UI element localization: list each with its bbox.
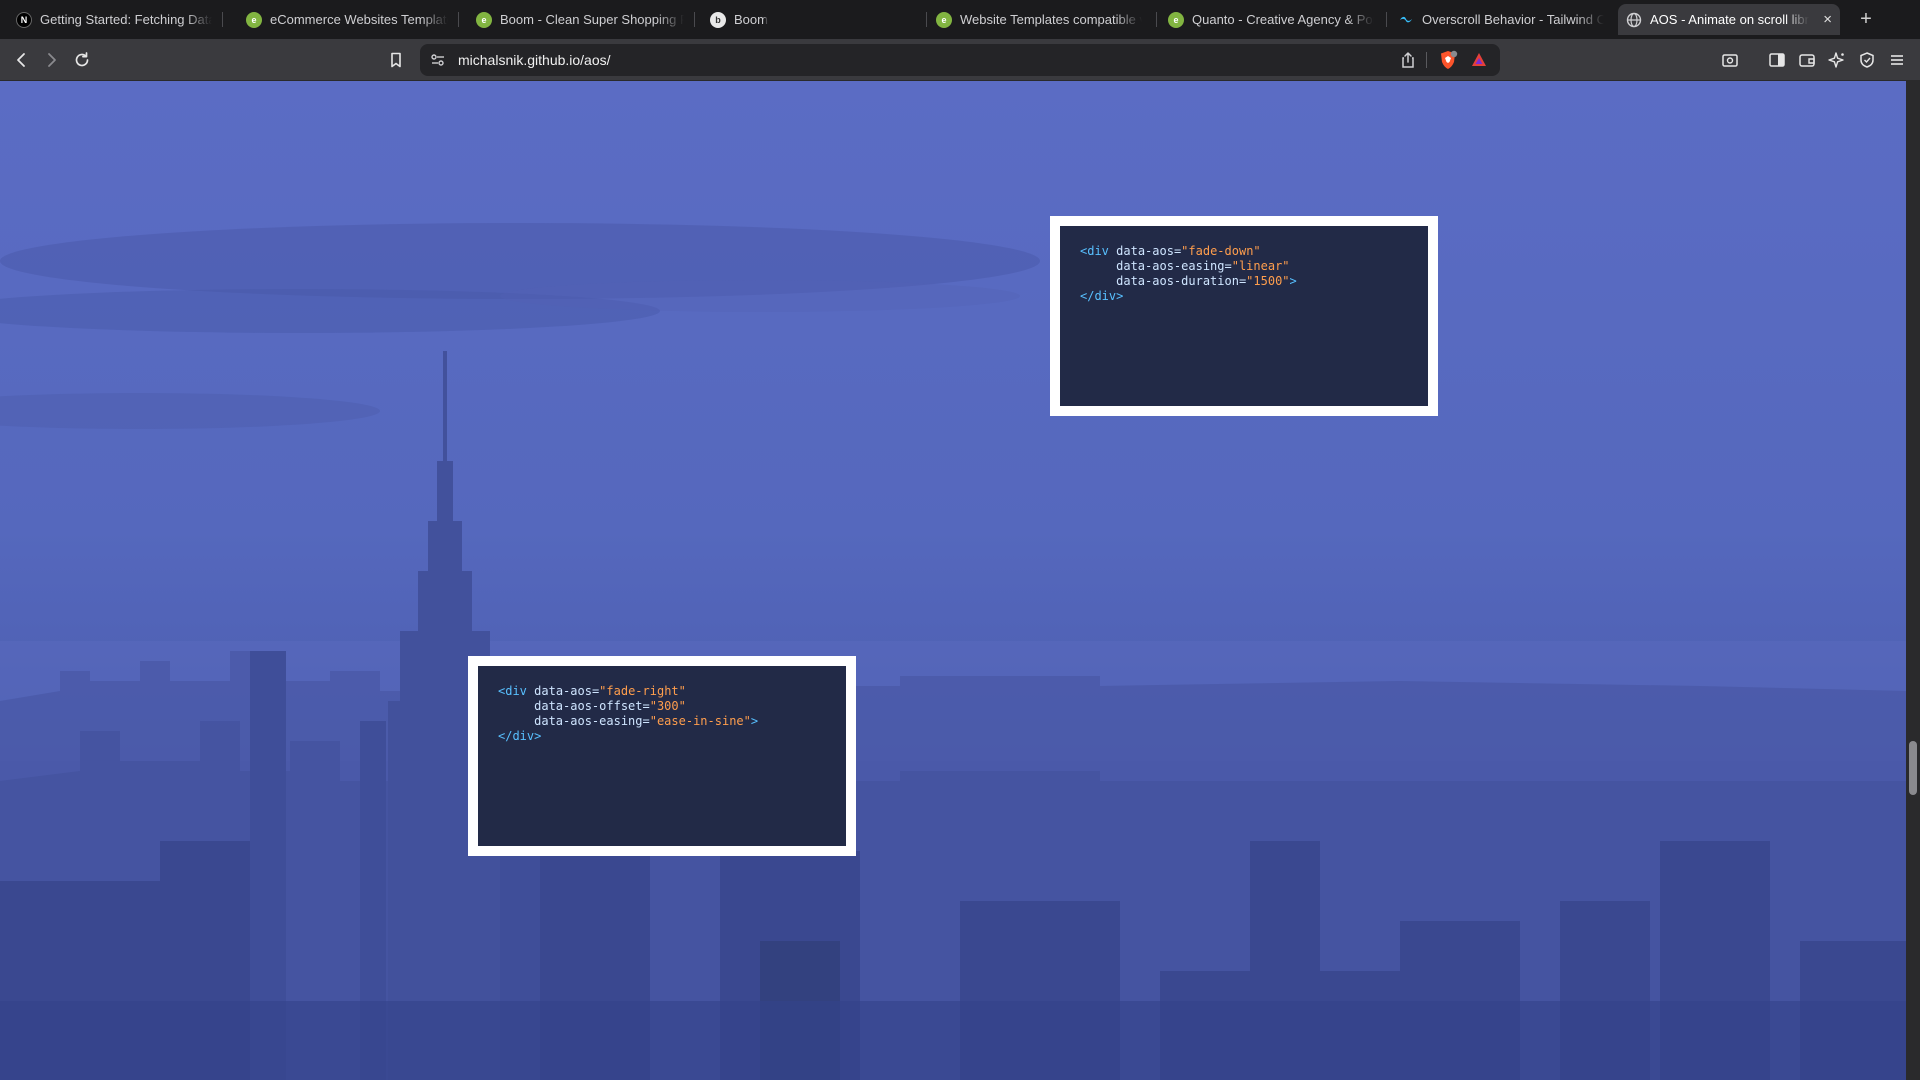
menu-button[interactable] bbox=[1884, 47, 1910, 73]
sidebar-toggle-button[interactable] bbox=[1764, 47, 1790, 73]
nextjs-icon: N bbox=[16, 11, 32, 28]
code-tag-end: > bbox=[750, 714, 759, 728]
tab-divider bbox=[1156, 12, 1157, 27]
leo-ai-button[interactable] bbox=[1824, 47, 1850, 73]
code-tag-end: > bbox=[1289, 274, 1297, 288]
sidebar-icon bbox=[1769, 53, 1785, 67]
code-value: "fade-down" bbox=[1181, 244, 1261, 258]
code-attr: data-aos-easing= bbox=[1116, 259, 1232, 273]
hamburger-menu-icon bbox=[1891, 55, 1903, 65]
wallet-button[interactable] bbox=[1794, 47, 1820, 73]
forward-button[interactable] bbox=[38, 47, 64, 73]
screen-capture-icon bbox=[1722, 54, 1738, 67]
scrollbar-thumb[interactable] bbox=[1909, 741, 1917, 795]
code-attr: data-aos-duration= bbox=[1116, 274, 1247, 288]
url-text[interactable]: michalsnik.github.io/aos/ bbox=[458, 52, 611, 68]
code-snippet: <div data-aos="fade-right" data-aos-offs… bbox=[498, 684, 826, 744]
code-value: "linear" bbox=[1231, 259, 1290, 273]
tab-divider bbox=[458, 12, 459, 27]
tab-title: Website Templates compatible v bbox=[960, 12, 1142, 27]
screenshot-button[interactable] bbox=[1717, 47, 1743, 73]
tab-title: Getting Started: Fetching Data | bbox=[40, 12, 212, 27]
brave-shields-icon[interactable] bbox=[1437, 49, 1459, 71]
code-value: "300" bbox=[649, 699, 686, 713]
sparkle-icon bbox=[1828, 52, 1844, 68]
tab-ecommerce-templates[interactable]: e eCommerce Websites Templates bbox=[238, 4, 456, 35]
bookmark-button[interactable] bbox=[383, 47, 409, 73]
shield-icon bbox=[1860, 52, 1874, 68]
back-button[interactable] bbox=[9, 47, 35, 73]
tab-title: Overscroll Behavior - Tailwind C bbox=[1422, 12, 1604, 27]
arrow-right-icon bbox=[48, 53, 56, 67]
code-example-fade-right: <div data-aos="fade-right" data-aos-offs… bbox=[468, 656, 856, 856]
tab-divider bbox=[222, 12, 223, 27]
code-attr: data-aos= bbox=[534, 684, 600, 698]
envato-icon: e bbox=[1168, 11, 1184, 28]
page-scrollbar[interactable] bbox=[1906, 81, 1920, 1080]
envato-icon: e bbox=[476, 11, 492, 28]
tailwind-icon bbox=[1398, 12, 1414, 28]
code-block: <div data-aos="fade-down" data-aos-easin… bbox=[1060, 226, 1428, 406]
reload-button[interactable] bbox=[69, 47, 95, 73]
tab-quanto[interactable]: e Quanto - Creative Agency & Por bbox=[1160, 4, 1382, 35]
tab-title: Boom bbox=[734, 12, 768, 27]
city-skyline-background bbox=[0, 223, 1906, 1080]
bookmark-icon bbox=[391, 52, 401, 68]
code-block: <div data-aos="fade-right" data-aos-offs… bbox=[478, 666, 846, 846]
close-tab-icon[interactable]: × bbox=[1817, 11, 1832, 28]
code-tag-close: </div> bbox=[498, 729, 542, 743]
code-value: "ease-in-sine" bbox=[649, 714, 751, 728]
page-content: <div data-aos="fade-down" data-aos-easin… bbox=[0, 81, 1906, 1080]
new-tab-button[interactable]: + bbox=[1854, 7, 1878, 31]
browser-toolbar: michalsnik.github.io/aos/ bbox=[0, 39, 1920, 81]
reload-icon bbox=[75, 52, 89, 67]
code-example-fade-down: <div data-aos="fade-down" data-aos-easin… bbox=[1050, 216, 1438, 416]
vpn-button[interactable] bbox=[1854, 47, 1880, 73]
tab-boom-shopping[interactable]: e Boom - Clean Super Shopping P bbox=[468, 4, 692, 35]
code-attr: data-aos= bbox=[1116, 244, 1182, 258]
code-snippet: <div data-aos="fade-down" data-aos-easin… bbox=[1080, 244, 1408, 304]
code-tag-open: <div bbox=[1080, 244, 1109, 258]
tab-divider bbox=[694, 12, 695, 27]
tab-aos-active[interactable]: AOS - Animate on scroll libr × bbox=[1618, 4, 1840, 35]
address-bar[interactable]: michalsnik.github.io/aos/ bbox=[420, 44, 1500, 76]
tab-boom[interactable]: b Boom bbox=[702, 4, 922, 35]
tab-nextjs[interactable]: N Getting Started: Fetching Data | bbox=[8, 4, 220, 35]
tab-strip: N Getting Started: Fetching Data | e eCo… bbox=[0, 0, 1920, 39]
tab-website-templates[interactable]: e Website Templates compatible v bbox=[928, 4, 1150, 35]
envato-icon: e bbox=[936, 11, 952, 28]
arrow-left-icon bbox=[17, 53, 25, 67]
brave-rewards-icon[interactable] bbox=[1469, 50, 1489, 70]
code-tag-open: <div bbox=[498, 684, 527, 698]
tab-title: eCommerce Websites Templates bbox=[270, 12, 448, 27]
code-attr: data-aos-offset= bbox=[534, 699, 650, 713]
tab-title: Quanto - Creative Agency & Por bbox=[1192, 12, 1374, 27]
code-tag-close: </div> bbox=[1080, 289, 1124, 303]
boom-icon: b bbox=[710, 11, 726, 28]
share-icon[interactable] bbox=[1398, 50, 1418, 70]
code-value: "fade-right" bbox=[599, 684, 686, 698]
code-attr: data-aos-easing= bbox=[534, 714, 650, 728]
tab-title: AOS - Animate on scroll libr bbox=[1650, 12, 1809, 27]
wallet-icon bbox=[1799, 54, 1815, 67]
tab-divider bbox=[1386, 12, 1387, 27]
tab-title: Boom - Clean Super Shopping P bbox=[500, 12, 684, 27]
site-settings-icon[interactable] bbox=[429, 51, 447, 69]
urlbar-divider bbox=[1426, 52, 1427, 68]
globe-icon bbox=[1626, 12, 1642, 28]
tab-divider bbox=[926, 12, 927, 27]
code-value: "1500" bbox=[1246, 274, 1290, 288]
envato-icon: e bbox=[246, 11, 262, 28]
tab-tailwind-overscroll[interactable]: Overscroll Behavior - Tailwind C bbox=[1390, 4, 1612, 35]
